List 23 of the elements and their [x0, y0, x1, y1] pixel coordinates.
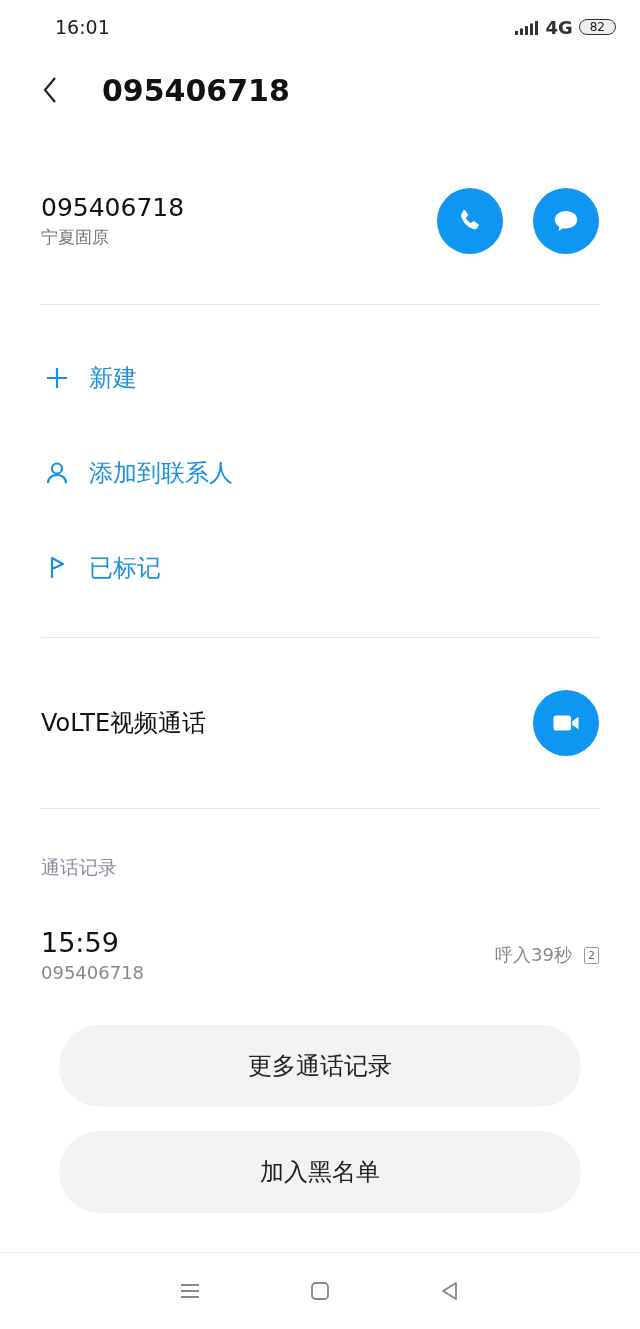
action-button[interactable]: 加入黑名单	[59, 1131, 581, 1213]
phone-number: 095406718	[41, 193, 185, 222]
call-number: 095406718	[41, 962, 145, 983]
video-call-label: VoLTE视频通话	[41, 708, 207, 739]
action-item[interactable]: 已标记	[41, 520, 161, 615]
action-item[interactable]: 添加到联系人	[41, 425, 233, 520]
location: 宁夏固原	[41, 226, 110, 249]
back-icon[interactable]	[42, 76, 58, 104]
action-button[interactable]: 更多通话记录	[59, 1025, 581, 1107]
battery-level: 82	[578, 19, 616, 35]
sim-badge: 2	[584, 946, 599, 964]
call-time: 15:59	[41, 927, 120, 958]
section-heading: 通话记录	[41, 855, 118, 880]
plus-icon	[45, 365, 69, 390]
home-icon[interactable]	[310, 1281, 330, 1301]
network-type: 4G	[545, 16, 573, 38]
call-duration: 呼入39秒	[495, 943, 572, 967]
signal-icon	[515, 19, 540, 35]
person-icon	[45, 460, 69, 485]
menu-icon[interactable]	[180, 1281, 200, 1301]
page-title: 095406718	[102, 72, 290, 108]
status-time: 16:01	[55, 16, 110, 38]
action-item[interactable]: 新建	[41, 330, 137, 425]
